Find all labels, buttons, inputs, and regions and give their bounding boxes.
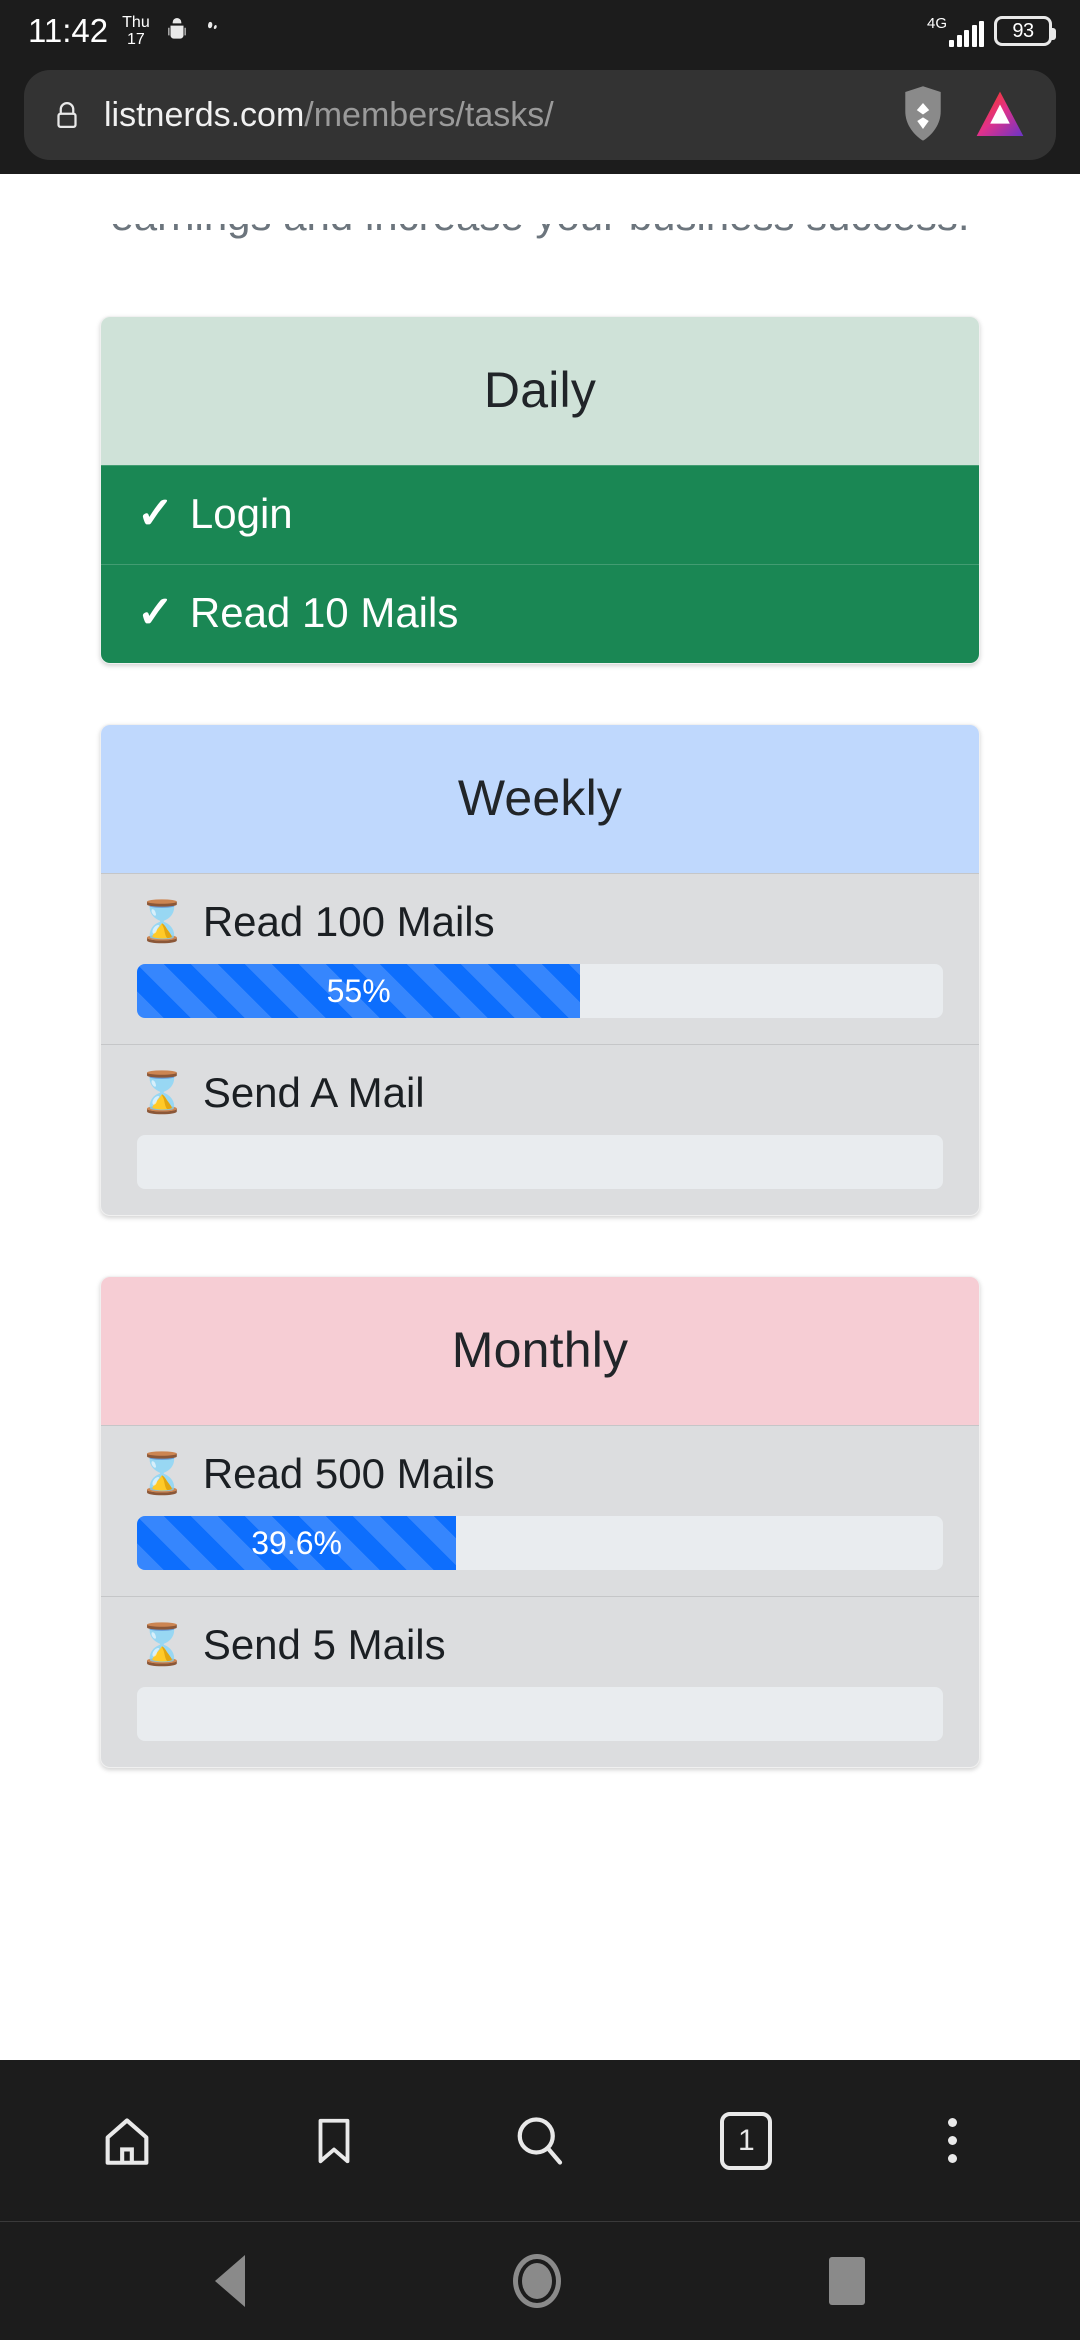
signal-bars-icon — [949, 20, 984, 47]
task-label: Send A Mail — [202, 1069, 425, 1116]
card-title-weekly: Weekly — [101, 725, 979, 873]
url-host: listnerds.com — [104, 95, 305, 134]
status-date: Thu 17 — [122, 14, 150, 48]
task-row[interactable]: ⌛ Read 500 Mails 39.6% — [101, 1425, 979, 1596]
tab-switcher-icon: 1 — [720, 2111, 773, 2170]
network-status: 4G — [927, 16, 984, 47]
intro-paragraph: earnings and increase your business succ… — [0, 224, 1080, 250]
overflow-menu-icon — [948, 2118, 958, 2163]
recents-icon[interactable] — [829, 2257, 865, 2305]
home-button[interactable] — [67, 2081, 187, 2201]
search-button[interactable] — [480, 2081, 600, 2201]
footprint-icon — [207, 21, 217, 30]
search-icon — [517, 2116, 563, 2165]
web-page-viewport[interactable]: earnings and increase your business succ… — [0, 224, 1080, 2060]
lock-icon — [57, 102, 77, 128]
progress-track: 55% — [137, 964, 943, 1018]
network-type-label: 4G — [926, 14, 947, 32]
task-card-monthly: Monthly ⌛ Read 500 Mails 39.6% ⌛ Send 5 … — [100, 1276, 980, 1768]
progress-track — [137, 1687, 943, 1741]
status-date-number: 17 — [127, 31, 145, 48]
card-title-daily: Daily — [101, 317, 979, 465]
battery-level-label: 93 — [1012, 19, 1034, 42]
back-icon[interactable] — [215, 2255, 245, 2307]
bookmark-icon — [318, 2118, 349, 2163]
tab-count-label: 1 — [738, 2123, 755, 2157]
task-label: Login — [189, 490, 293, 537]
overflow-menu-button[interactable] — [893, 2081, 1013, 2201]
hourglass-icon: ⌛ — [137, 900, 187, 944]
task-label: Read 10 Mails — [189, 589, 459, 636]
home-icon — [105, 2117, 149, 2165]
progress-track: 39.6% — [137, 1516, 943, 1570]
status-bar: 11:42 Thu 17 4G 93 — [0, 0, 1080, 62]
card-title-monthly: Monthly — [101, 1277, 979, 1425]
tab-switcher-button[interactable]: 1 — [686, 2081, 806, 2201]
home-circle-icon[interactable] — [513, 2254, 561, 2308]
task-row[interactable]: ⌛ Read 100 Mails 55% — [101, 873, 979, 1044]
android-navigation-bar — [0, 2222, 1080, 2340]
task-card-daily: Daily ✓ Login ✓ Read 10 Mails — [100, 316, 980, 664]
brave-shield-icon[interactable] — [896, 84, 950, 146]
progress-bar: 55% — [137, 964, 581, 1018]
task-row[interactable]: ⌛ Send 5 Mails — [101, 1596, 979, 1767]
url-bar-container: listnerds.com/members/tasks/ — [0, 62, 1080, 174]
hourglass-icon: ⌛ — [137, 1623, 187, 1667]
hourglass-icon: ⌛ — [137, 1452, 187, 1496]
task-row[interactable]: ⌛ Send A Mail — [101, 1044, 979, 1215]
browser-bottom-toolbar: 1 — [0, 2060, 1080, 2222]
url-text[interactable]: listnerds.com/members/tasks/ — [104, 96, 874, 135]
task-label: Read 100 Mails — [202, 898, 495, 945]
task-cards-list: Daily ✓ Login ✓ Read 10 Mails Weekly ⌛ R… — [0, 316, 1080, 1768]
android-bug-icon — [168, 18, 186, 39]
task-label: Read 500 Mails — [202, 1450, 495, 1497]
check-icon: ✓ — [137, 489, 174, 538]
brave-rewards-triangle-icon[interactable] — [972, 87, 1028, 143]
hourglass-icon: ⌛ — [137, 1071, 187, 1115]
task-label: Send 5 Mails — [202, 1621, 446, 1668]
phone-screen: 11:42 Thu 17 4G 93 listnerds.com/members… — [0, 0, 1080, 2340]
bookmarks-button[interactable] — [274, 2081, 394, 2201]
check-icon: ✓ — [137, 588, 174, 637]
progress-track — [137, 1135, 943, 1189]
address-bar[interactable]: listnerds.com/members/tasks/ — [24, 70, 1056, 160]
url-path: /members/tasks/ — [304, 95, 554, 134]
task-row[interactable]: ✓ Login — [101, 465, 979, 564]
status-clock: 11:42 — [28, 12, 109, 49]
battery-icon: 93 — [994, 16, 1056, 46]
progress-bar: 39.6% — [137, 1516, 457, 1570]
task-row[interactable]: ✓ Read 10 Mails — [101, 564, 979, 663]
status-date-day: Thu — [122, 14, 150, 31]
task-card-weekly: Weekly ⌛ Read 100 Mails 55% ⌛ Send A Mai… — [100, 724, 980, 1216]
